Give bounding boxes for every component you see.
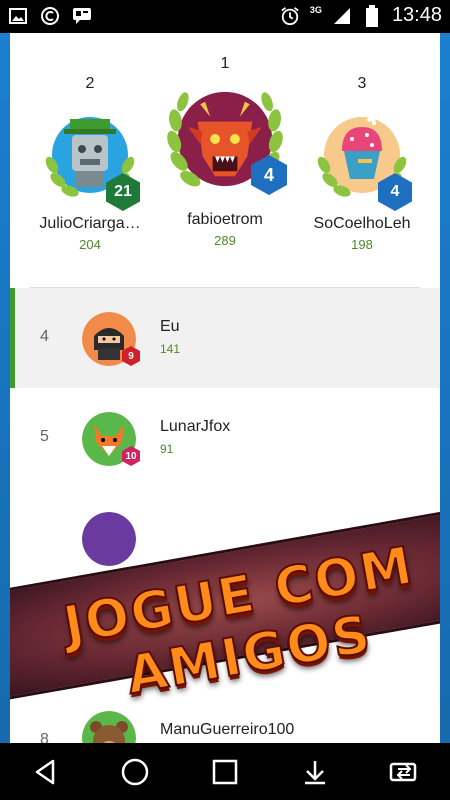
copyright-icon (40, 6, 60, 26)
status-bar: 3G 13:48 (0, 0, 450, 33)
player-score: 204 (79, 237, 101, 252)
level-value: 9 (128, 350, 134, 362)
network-type: 3G (309, 4, 322, 15)
player-name: SoCoelhoLeh (313, 215, 411, 232)
row-position: 8 (40, 731, 49, 743)
player-name: JulioCriarga… (39, 215, 141, 232)
alarm-icon (280, 6, 300, 26)
player-score: 198 (351, 237, 373, 252)
clock: 13:48 (391, 4, 442, 26)
podium-second[interactable]: 2 21 JulioCriarga… 204 (30, 75, 150, 252)
podium-first[interactable]: 1 4 fabioetrom 289 (155, 55, 295, 248)
frame-right (440, 33, 450, 743)
image-icon (8, 6, 28, 26)
player-name: Eu (160, 318, 180, 335)
home-icon[interactable] (113, 750, 157, 794)
player-score: 141 (160, 342, 181, 356)
signal-icon (332, 6, 352, 26)
leaderboard-card[interactable]: 2 21 JulioCriarga… 204 1 4 fabioetrom 28… (10, 33, 440, 743)
level-value: 4 (263, 164, 274, 185)
level-value: 10 (125, 450, 137, 462)
frame-left (0, 33, 10, 743)
podium-rank: 1 (220, 55, 230, 72)
download-icon[interactable] (293, 750, 337, 794)
list-item-me[interactable]: 4 9 Eu 141 (10, 288, 440, 388)
current-user-indicator (10, 288, 15, 388)
player-score: 91 (160, 442, 174, 456)
navigation-bar (0, 743, 450, 800)
row-position: 4 (40, 328, 49, 345)
bear-avatar-icon (82, 711, 136, 743)
podium-rank: 3 (357, 75, 367, 92)
list-item[interactable]: 5 10 LunarJfox 91 (10, 388, 440, 488)
level-value: 21 (114, 183, 132, 200)
podium-rank: 2 (85, 75, 95, 92)
message-icon (72, 6, 92, 26)
podium-third[interactable]: 3 4 SoCoelhoLeh 198 (302, 75, 422, 252)
screen-switch-icon[interactable] (383, 750, 427, 794)
level-value: 4 (390, 183, 400, 200)
back-icon[interactable] (23, 750, 67, 794)
avatar-icon (82, 512, 136, 566)
row-position: 5 (40, 428, 49, 445)
player-name: ManuGuerreiro100 (160, 721, 295, 738)
battery-icon (362, 4, 382, 27)
podium: 2 21 JulioCriarga… 204 1 4 fabioetrom 28… (10, 33, 440, 288)
player-score: 289 (214, 233, 236, 248)
recent-apps-icon[interactable] (203, 750, 247, 794)
player-name: LunarJfox (160, 418, 231, 435)
